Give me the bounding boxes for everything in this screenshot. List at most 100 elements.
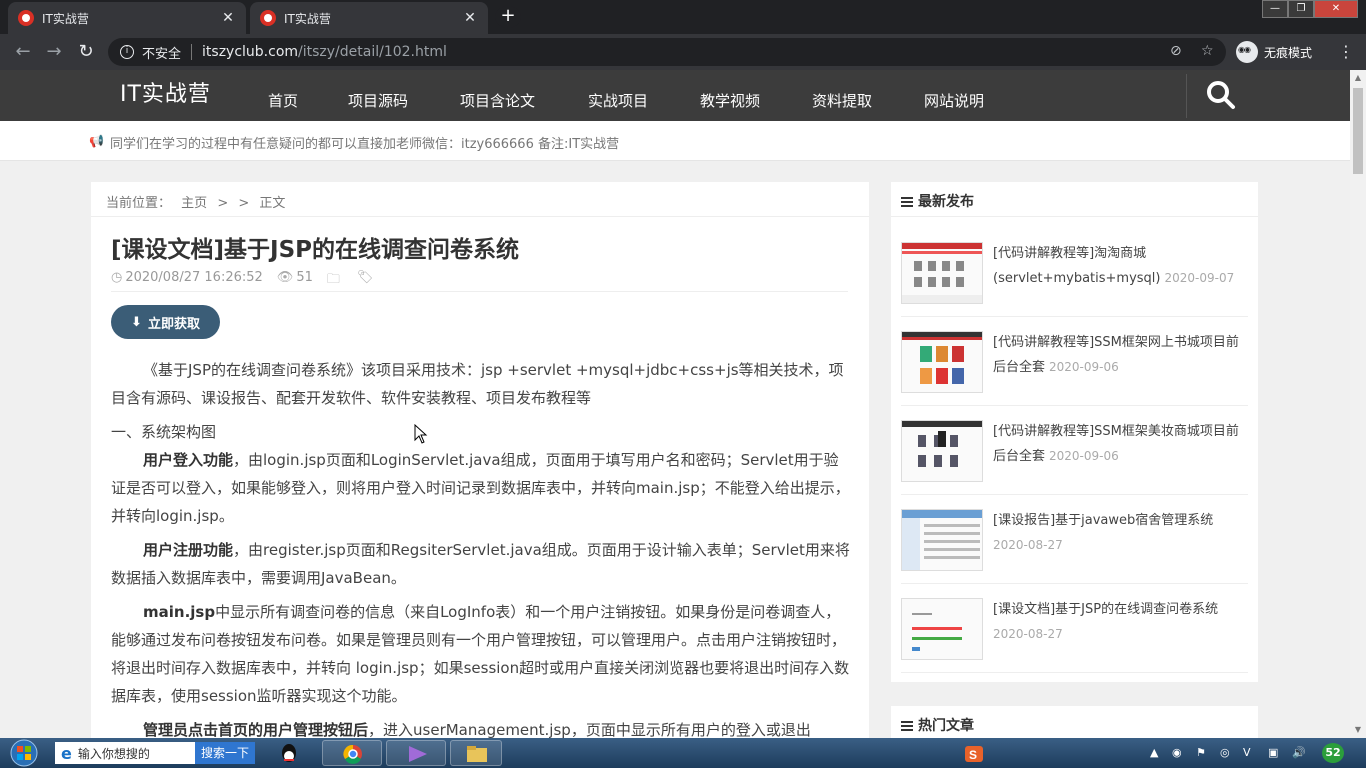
article-body: 《基于JSP的在线调查问卷系统》该项目采用技术：jsp +servlet +my… [111,356,851,738]
tray-badge[interactable]: 52 [1322,743,1344,763]
divider [191,44,193,60]
post-thumbnail[interactable] [901,420,983,482]
site-favicon-icon [18,10,34,26]
tray-app-icon[interactable]: ◎ [1220,746,1230,759]
tray-app-icon[interactable]: ◉ [1172,746,1182,759]
maximize-window-button[interactable]: ❐ [1288,0,1314,18]
scrollbar-thumb[interactable] [1353,88,1363,174]
hot-posts-title: 热门文章 [918,718,974,734]
breadcrumb-current: 正文 [259,196,286,211]
browser-menu-icon[interactable]: ⋮ [1338,42,1354,61]
tracking-blocked-icon[interactable]: ⊘ [1170,43,1182,59]
post-title[interactable]: [课设报告]基于javaweb宿舍管理系统 [993,513,1213,528]
publish-date: 2020/08/27 16:26:52 [125,270,263,285]
nav-item-materials[interactable]: 资料提取 [812,90,872,111]
post-title[interactable]: [课设文档]基于JSP的在线调查问卷系统 [993,602,1218,617]
list-item[interactable]: [课设文档]基于JSP的在线调查问卷系统 2020-08-27 [901,584,1248,673]
tray-expand-icon[interactable]: ▲ [1150,746,1158,759]
latest-posts-title: 最新发布 [918,194,974,210]
paragraph-text: 中显示所有调查问卷的信息（来自LogInfo表）和一个用户注销按钮。如果身份是问… [111,603,850,705]
post-thumbnail[interactable] [901,331,983,393]
close-tab-icon[interactable]: ✕ [462,10,478,26]
browser-toolbar: ← → ↻ i 不安全 itszyclub.com/itszy/detail/1… [0,34,1366,70]
qq-icon[interactable] [264,740,314,766]
list-icon [901,195,913,209]
back-arrow-icon[interactable]: ← [12,42,34,62]
page-scrollbar[interactable]: ▲ ▼ [1350,70,1366,738]
site-navbar: IT实战营 首页 项目源码 项目含论文 实战项目 教学视频 资料提取 网站说明 [0,70,1350,121]
get-resource-button[interactable]: ⬇ 立即获取 [111,305,220,339]
nav-divider [1186,74,1187,118]
browser-tab-2[interactable]: IT实战营 ✕ [250,2,488,34]
folder-icon[interactable]: 🗀 [327,270,340,291]
post-date: 2020-09-06 [1049,360,1119,374]
site-favicon-icon [260,10,276,26]
tray-app-icon[interactable]: ▣ [1268,746,1278,759]
article-paragraph: 用户登入功能，由login.jsp页面和LoginServlet.java组成，… [111,446,851,530]
close-tab-icon[interactable]: ✕ [220,10,236,26]
post-text: [代码讲解教程等]SSM框架网上书城项目前后台全套 2020-09-06 [993,331,1248,380]
post-text: [代码讲解教程等]SSM框架美妆商城项目前后台全套 2020-09-06 [993,420,1248,469]
list-icon [901,719,913,733]
nav-item-videos[interactable]: 教学视频 [700,90,760,111]
latest-posts-header: 最新发布 [891,182,1258,217]
browser-tab-bar: IT实战营 ✕ IT实战营 ✕ + — ❐ ✕ [0,0,1366,34]
site-logo[interactable]: IT实战营 [120,76,211,108]
nav-item-home[interactable]: 首页 [268,90,298,111]
article-meta: ◷ 2020/08/27 16:26:52 👁 51 🗀 🏷 [111,270,848,292]
nav-item-about[interactable]: 网站说明 [924,90,984,111]
browser-tab-1[interactable]: IT实战营 ✕ [8,2,246,34]
post-date: 2020-09-06 [1049,449,1119,463]
security-label[interactable]: 不安全 [142,43,181,62]
hot-posts-header: 热门文章 [891,706,1258,738]
new-tab-button[interactable]: + [495,6,521,28]
taskbar-search-button[interactable]: 搜索一下 [194,742,255,764]
download-icon: ⬇ [131,314,142,330]
list-item[interactable]: [代码讲解教程等]淘淘商城(servlet+mybatis+mysql) 2020… [901,228,1248,317]
list-item[interactable]: [代码讲解教程等]SSM框架网上书城项目前后台全套 2020-09-06 [901,317,1248,406]
article-paragraph: main.jsp中显示所有调查问卷的信息（来自LogInfo表）和一个用户注销按… [111,598,851,710]
taskbar-search-input[interactable]: 输入你想搜的 [78,745,150,762]
info-icon[interactable]: i [120,45,134,59]
nav-item-practice[interactable]: 实战项目 [588,90,648,111]
scroll-down-arrow-icon[interactable]: ▼ [1350,722,1366,738]
minimize-window-button[interactable]: — [1262,0,1288,18]
article-title: [课设文档]基于JSP的在线调查问卷系统 [111,237,520,263]
post-thumbnail[interactable] [901,509,983,571]
nav-item-source[interactable]: 项目源码 [348,90,408,111]
incognito-indicator[interactable]: 无痕模式 [1236,40,1312,64]
explorer-taskbar-icon[interactable] [450,740,502,766]
tab-title: IT实战营 [284,11,331,26]
article-paragraph: 用户注册功能，由register.jsp页面和RegsiterServlet.j… [111,536,851,592]
reload-icon[interactable]: ↻ [75,42,97,62]
ie-icon: e [61,743,72,763]
volume-icon[interactable]: 🔊 [1292,746,1306,759]
clock-icon: ◷ [111,270,123,285]
flag-icon[interactable]: ⚑ [1196,746,1206,759]
post-text: [课设报告]基于javaweb宿舍管理系统 2020-08-27 [993,509,1248,558]
post-title[interactable]: [代码讲解教程等]淘淘商城(servlet+mybatis+mysql) [993,246,1161,286]
scroll-up-arrow-icon[interactable]: ▲ [1350,70,1366,86]
search-icon[interactable] [1206,80,1236,110]
taskbar-search-box[interactable]: e 输入你想搜的 搜索一下 [55,742,255,764]
chrome-taskbar-icon[interactable] [322,740,382,766]
post-thumbnail[interactable] [901,598,983,660]
post-date: 2020-08-27 [993,538,1063,552]
address-bar[interactable]: i 不安全 itszyclub.com/itszy/detail/102.htm… [108,38,1226,66]
list-item[interactable]: [课设报告]基于javaweb宿舍管理系统 2020-08-27 [901,495,1248,584]
paragraph-bold: 用户注册功能 [143,541,234,559]
post-thumbnail[interactable] [901,242,983,304]
bookmark-star-icon[interactable]: ☆ [1201,43,1214,59]
sogou-ime-icon[interactable]: S [965,746,983,765]
breadcrumb-home-link[interactable]: 主页 [181,196,207,211]
nav-item-thesis[interactable]: 项目含论文 [460,90,535,111]
tags-icon[interactable]: 🏷 [357,270,374,291]
video-app-taskbar-icon[interactable] [386,740,446,766]
close-window-button[interactable]: ✕ [1314,0,1358,18]
start-button-icon[interactable] [2,738,46,768]
breadcrumb: 当前位置： 主页 > > 正文 [91,182,869,217]
forward-arrow-icon[interactable]: → [43,42,65,62]
tray-v-icon[interactable]: V [1243,746,1251,759]
paragraph-bold: 管理员点击首页的用户管理按钮后 [143,721,369,738]
list-item[interactable]: [代码讲解教程等]SSM框架美妆商城项目前后台全套 2020-09-06 [901,406,1248,495]
